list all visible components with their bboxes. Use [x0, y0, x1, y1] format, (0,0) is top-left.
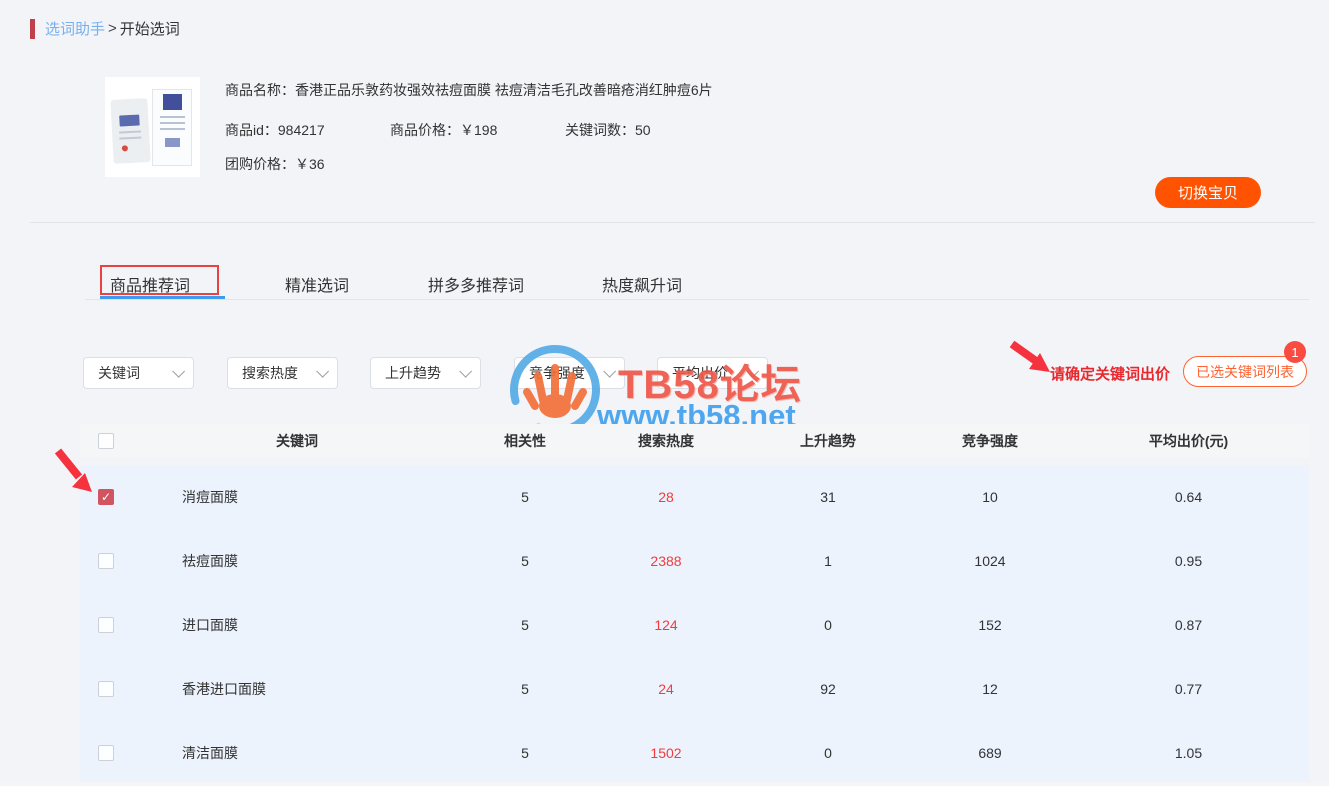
- col-header-relevance: 相关性: [462, 431, 588, 451]
- table-row: 祛痘面膜 5 2388 1 1024 0.95: [80, 529, 1309, 593]
- filter-dropdown-avg-bid[interactable]: 平均出价: [657, 357, 768, 389]
- cell-rising-trend: 1: [744, 553, 912, 569]
- cell-keyword: 消痘面膜: [132, 487, 462, 507]
- cell-rising-trend: 0: [744, 745, 912, 761]
- col-header-competition: 竞争强度: [912, 431, 1068, 451]
- breadcrumb: 选词助手 > 开始选词: [30, 18, 180, 39]
- breadcrumb-current: 开始选词: [120, 18, 180, 39]
- tab-rising-heat-words[interactable]: 热度飙升词: [602, 272, 682, 296]
- filter-dropdown-competition[interactable]: 竞争强度: [514, 357, 625, 389]
- table-row: 进口面膜 5 124 0 152 0.87: [80, 593, 1309, 657]
- chevron-down-icon: [459, 365, 472, 378]
- bottom-strip: [0, 782, 1329, 786]
- breadcrumb-accent-bar: [30, 19, 35, 39]
- tab-pinduoduo-recommended-words[interactable]: 拼多多推荐词: [428, 272, 524, 296]
- product-image: [105, 77, 200, 177]
- col-header-search-heat: 搜索热度: [588, 431, 744, 451]
- switch-product-button[interactable]: 切换宝贝: [1155, 177, 1261, 208]
- product-keyword-count: 关键词数：50: [565, 120, 651, 140]
- cell-relevance: 5: [462, 489, 588, 505]
- table-body: ✓ 消痘面膜 5 28 31 10 0.64 祛痘面膜 5 2388 1 102…: [80, 465, 1309, 785]
- table-row: 香港进口面膜 5 24 92 12 0.77: [80, 657, 1309, 721]
- row-checkbox[interactable]: [98, 617, 114, 633]
- confirm-bid-hint: 请确定关键词出价: [1050, 363, 1170, 384]
- row-checkbox[interactable]: [98, 553, 114, 569]
- chevron-down-icon: [746, 365, 759, 378]
- cell-search-heat: 28: [588, 489, 744, 505]
- chevron-down-icon: [316, 365, 329, 378]
- cell-keyword: 香港进口面膜: [132, 679, 462, 699]
- tab-divider: [85, 299, 1309, 300]
- cell-avg-bid: 0.95: [1068, 553, 1309, 569]
- cell-relevance: 5: [462, 681, 588, 697]
- col-header-avg-bid: 平均出价(元): [1068, 431, 1309, 451]
- red-arrow-icon: [1012, 344, 1050, 372]
- col-header-keyword: 关键词: [132, 431, 462, 451]
- cell-search-heat: 2388: [588, 553, 744, 569]
- keyword-table: 关键词 相关性 搜索热度 上升趋势 竞争强度 平均出价(元) ✓ 消痘面膜 5 …: [80, 424, 1309, 785]
- filter-dropdown-rising-trend[interactable]: 上升趋势: [370, 357, 481, 389]
- table-row: 清洁面膜 5 1502 0 689 1.05: [80, 721, 1309, 785]
- cell-rising-trend: 31: [744, 489, 912, 505]
- cell-relevance: 5: [462, 617, 588, 633]
- cell-competition: 12: [912, 681, 1068, 697]
- table-row: ✓ 消痘面膜 5 28 31 10 0.64: [80, 465, 1309, 529]
- word-selection-page: 选词助手 > 开始选词 商品名称：香港正品乐敦药妆强效祛痘面膜 祛痘清洁毛孔改善…: [0, 0, 1329, 786]
- cell-keyword: 清洁面膜: [132, 743, 462, 763]
- section-divider: [30, 222, 1315, 223]
- row-checkbox[interactable]: [98, 745, 114, 761]
- product-group-price: 团购价格：￥36: [225, 154, 325, 174]
- cell-relevance: 5: [462, 553, 588, 569]
- tab-precise-word-selection[interactable]: 精准选词: [285, 272, 349, 296]
- cell-rising-trend: 92: [744, 681, 912, 697]
- cell-search-heat: 24: [588, 681, 744, 697]
- row-checkbox[interactable]: [98, 681, 114, 697]
- cell-keyword: 祛痘面膜: [132, 551, 462, 571]
- product-id: 商品id：984217: [225, 120, 325, 140]
- selected-count-badge: 1: [1284, 341, 1306, 363]
- col-header-rising-trend: 上升趋势: [744, 431, 912, 451]
- cell-avg-bid: 0.77: [1068, 681, 1309, 697]
- cell-avg-bid: 0.87: [1068, 617, 1309, 633]
- product-name: 商品名称：香港正品乐敦药妆强效祛痘面膜 祛痘清洁毛孔改善暗疮消红肿痘6片: [225, 80, 865, 100]
- cell-keyword: 进口面膜: [132, 615, 462, 635]
- chevron-down-icon: [603, 365, 616, 378]
- filter-dropdown-keyword[interactable]: 关键词: [83, 357, 194, 389]
- table-header-row: 关键词 相关性 搜索热度 上升趋势 竞争强度 平均出价(元): [80, 424, 1309, 458]
- mask-pouch-graphic: [110, 98, 150, 164]
- cell-relevance: 5: [462, 745, 588, 761]
- cell-search-heat: 1502: [588, 745, 744, 761]
- cell-competition: 1024: [912, 553, 1068, 569]
- cell-rising-trend: 0: [744, 617, 912, 633]
- chevron-down-icon: [172, 365, 185, 378]
- filter-dropdown-search-heat[interactable]: 搜索热度: [227, 357, 338, 389]
- tab-bar: 商品推荐词 精准选词 拼多多推荐词 热度飙升词: [0, 265, 1329, 300]
- cell-avg-bid: 0.64: [1068, 489, 1309, 505]
- row-checkbox[interactable]: ✓: [98, 489, 114, 505]
- mask-box-graphic: [152, 89, 192, 166]
- breadcrumb-separator: >: [108, 20, 117, 37]
- cell-competition: 689: [912, 745, 1068, 761]
- cell-search-heat: 124: [588, 617, 744, 633]
- cell-competition: 10: [912, 489, 1068, 505]
- product-price: 商品价格：￥198: [390, 120, 497, 140]
- select-all-checkbox[interactable]: [98, 433, 114, 449]
- cell-competition: 152: [912, 617, 1068, 633]
- breadcrumb-link-word-assistant[interactable]: 选词助手: [45, 18, 105, 39]
- cell-avg-bid: 1.05: [1068, 745, 1309, 761]
- tab-product-recommended-words[interactable]: 商品推荐词: [110, 272, 190, 296]
